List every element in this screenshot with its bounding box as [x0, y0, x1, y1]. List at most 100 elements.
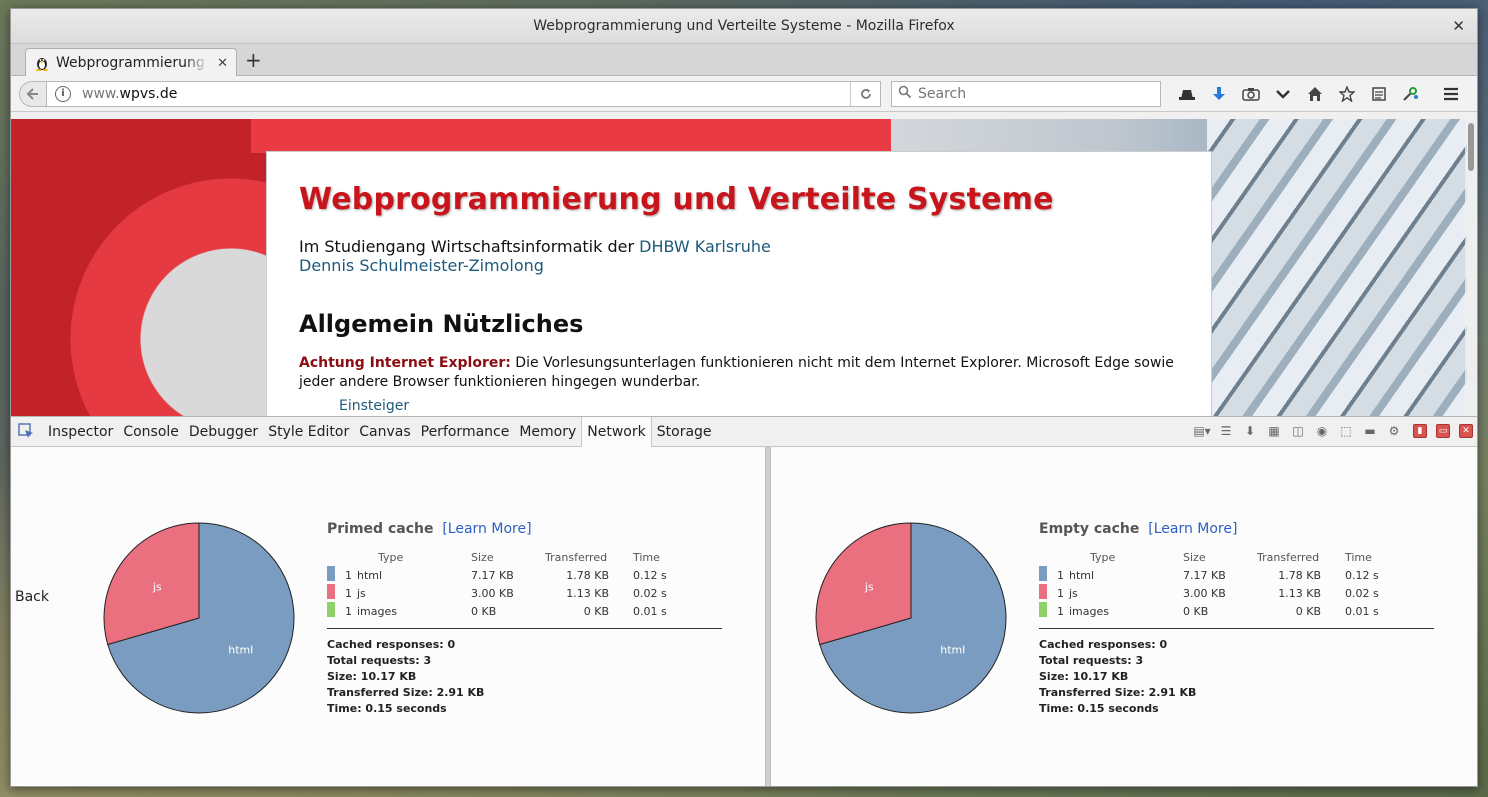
- empty-learn-more-link[interactable]: [Learn More]: [1148, 521, 1237, 537]
- reload-icon[interactable]: [850, 82, 880, 106]
- row-type: js: [357, 586, 366, 600]
- column-time: Time: [1345, 551, 1372, 564]
- responsive-mode-icon[interactable]: ◫: [1288, 422, 1308, 440]
- tab-inspector[interactable]: Inspector: [43, 417, 118, 446]
- row-size: 3.00 KB: [471, 586, 514, 600]
- row-type: js: [1069, 586, 1078, 600]
- tab-style-editor[interactable]: Style Editor: [263, 417, 354, 446]
- stat-size: Size: 10.17 KB: [1039, 670, 1129, 683]
- section-heading: Allgemein Nützliches: [299, 310, 584, 338]
- tab-debugger[interactable]: Debugger: [184, 417, 263, 446]
- search-bar[interactable]: [891, 81, 1161, 107]
- row-count: 1: [345, 568, 352, 582]
- author-link[interactable]: Dennis Schulmeister-Zimolong: [299, 256, 544, 275]
- row-time: 0.01 s: [633, 604, 667, 618]
- primed-cache-table: Type Size Transferred Time 1 html 7.17 K…: [327, 549, 667, 620]
- stat-time: Time: 0.15 seconds: [327, 702, 447, 715]
- toolbar-icons: [1171, 82, 1467, 106]
- notice-bold: Achtung Internet Explorer:: [299, 355, 511, 371]
- table-row: 1 js 3.00 KB 1.13 KB 0.02 s: [327, 584, 667, 602]
- row-time: 0.12 s: [633, 568, 667, 582]
- page-scrollbar[interactable]: [1465, 119, 1477, 416]
- url-text: www.wpvs.de: [82, 86, 178, 102]
- primed-learn-more-link[interactable]: [Learn More]: [442, 521, 531, 537]
- frame-select-icon[interactable]: ▤▾: [1192, 422, 1212, 440]
- row-time: 0.12 s: [1345, 568, 1379, 582]
- tab-memory[interactable]: Memory: [514, 417, 581, 446]
- einsteiger-link[interactable]: Einsteiger: [339, 398, 1179, 414]
- measure-icon[interactable]: ▬: [1360, 422, 1380, 440]
- row-size: 0 KB: [471, 604, 497, 618]
- column-size: Size: [471, 551, 494, 564]
- tab-close-icon[interactable]: ✕: [217, 56, 228, 71]
- developer-tools-icon[interactable]: [1395, 82, 1427, 106]
- primed-cache-pie-chart: html js: [103, 522, 295, 714]
- ie-notice: Achtung Internet Explorer: Die Vorlesung…: [299, 354, 1179, 392]
- dock-side-icon[interactable]: ▮: [1413, 424, 1427, 438]
- site-info-icon[interactable]: i: [55, 86, 71, 102]
- row-transferred: 1.78 KB: [566, 568, 609, 582]
- dhbw-link[interactable]: DHBW Karlsruhe: [639, 237, 771, 256]
- navigation-toolbar: i www.wpvs.de: [11, 76, 1477, 112]
- scratchpad-icon[interactable]: ▦: [1264, 422, 1284, 440]
- empty-cache-heading: Empty cache [Learn More]: [1039, 521, 1434, 537]
- paint-flashing-icon[interactable]: ⬇: [1240, 422, 1260, 440]
- tab-performance[interactable]: Performance: [416, 417, 515, 446]
- tab-storage[interactable]: Storage: [652, 417, 717, 446]
- window-title: Webprogrammierung und Verteilte Systeme …: [533, 18, 955, 34]
- primed-cache-title: Primed cache: [327, 521, 434, 537]
- row-count: 1: [1057, 568, 1064, 582]
- element-picker-icon[interactable]: [11, 417, 43, 446]
- scrollbar-thumb[interactable]: [1468, 123, 1474, 171]
- stat-cached-responses: Cached responses: 0: [327, 638, 456, 651]
- pie-label-html: html: [228, 643, 253, 656]
- url-bar[interactable]: i www.wpvs.de: [46, 81, 881, 107]
- download-icon[interactable]: [1203, 82, 1235, 106]
- pocket-chevron-icon[interactable]: [1267, 82, 1299, 106]
- primed-cache-summary: Primed cache [Learn More] Type Size Tran…: [327, 521, 722, 717]
- images-swatch: [1039, 602, 1047, 617]
- subtitle-text: Im Studiengang Wirtschaftsinformatik der: [299, 237, 640, 256]
- window-close-icon[interactable]: ✕: [1452, 17, 1465, 35]
- highlight-icon[interactable]: ⬚: [1336, 422, 1356, 440]
- row-time: 0.02 s: [633, 586, 667, 600]
- network-statistics-panel: Back html js Primed cache [Learn More] Ty…: [11, 447, 1477, 786]
- devtools-close-icon[interactable]: ✕: [1459, 424, 1473, 438]
- row-type: images: [357, 604, 397, 618]
- row-transferred: 1.13 KB: [1278, 586, 1321, 600]
- primed-cache-heading: Primed cache [Learn More]: [327, 521, 722, 537]
- page-viewport: Webprogrammierung und Verteilte Systeme …: [11, 119, 1477, 416]
- table-row: 1 images 0 KB 0 KB 0.01 s: [327, 602, 667, 620]
- hamburger-menu-icon[interactable]: [1435, 82, 1467, 106]
- row-size: 7.17 KB: [1183, 568, 1226, 582]
- row-size: 0 KB: [1183, 604, 1209, 618]
- search-icon: [898, 85, 912, 103]
- undock-icon[interactable]: ▭: [1436, 424, 1450, 438]
- subtitle: Im Studiengang Wirtschaftsinformatik der…: [299, 237, 1179, 275]
- row-count: 1: [345, 586, 352, 600]
- search-input[interactable]: [918, 86, 1148, 102]
- primed-cache-stats: Cached responses: 0 Total requests: 3 Si…: [327, 637, 722, 717]
- screenshot-camera-icon[interactable]: [1235, 82, 1267, 106]
- row-transferred: 1.13 KB: [566, 586, 609, 600]
- settings-gear-icon[interactable]: ⚙: [1384, 422, 1404, 440]
- split-console-icon[interactable]: ☰: [1216, 422, 1236, 440]
- table-row: 1 js 3.00 KB 1.13 KB 0.02 s: [1039, 584, 1379, 602]
- column-time: Time: [633, 551, 660, 564]
- tab-console[interactable]: Console: [118, 417, 184, 446]
- new-tab-button[interactable]: +: [245, 49, 262, 71]
- html-swatch: [1039, 566, 1047, 581]
- bookmark-star-icon[interactable]: [1331, 82, 1363, 106]
- tab-title: Webprogrammierung und Verteilte Systeme: [56, 55, 208, 71]
- tab-network[interactable]: Network: [581, 417, 652, 447]
- private-mask-icon[interactable]: [1171, 82, 1203, 106]
- back-arrow-icon[interactable]: [19, 81, 47, 107]
- empty-cache-stats: Cached responses: 0 Total requests: 3 Si…: [1039, 637, 1434, 717]
- home-icon[interactable]: [1299, 82, 1331, 106]
- reader-list-icon[interactable]: [1363, 82, 1395, 106]
- screenshot-icon[interactable]: ◉: [1312, 422, 1332, 440]
- tab-canvas[interactable]: Canvas: [354, 417, 415, 446]
- row-size: 3.00 KB: [1183, 586, 1226, 600]
- browser-tab[interactable]: Webprogrammierung und Verteilte Systeme …: [25, 48, 237, 77]
- column-type: Type: [378, 551, 404, 564]
